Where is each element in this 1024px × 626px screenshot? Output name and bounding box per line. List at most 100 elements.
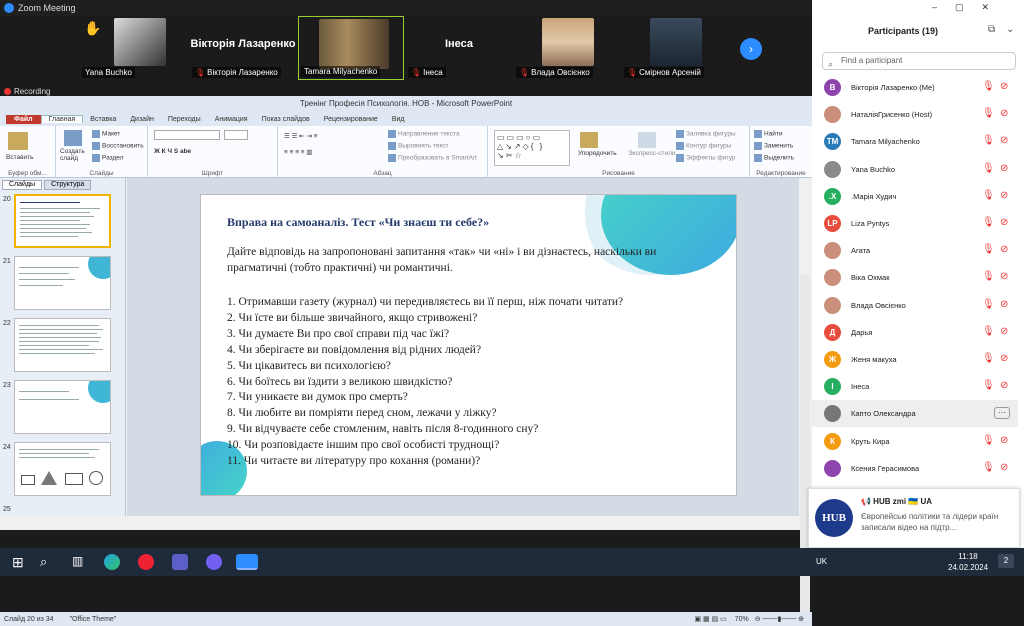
bullets-button[interactable]: ☰ ☰ ⇤ ⇥ ≡ [284,132,318,140]
notification-toast[interactable]: HUB zmi 📢 HUB zmi 🇺🇦 UA Європейські полі… [808,488,1020,562]
view-buttons[interactable]: ▣ ▦ ▤ ▭ [694,615,726,623]
participant-row[interactable]: К Круть Кира 🎙 ⊘ [812,428,1018,455]
tab-slides[interactable]: Слайды [2,180,43,190]
video-tile[interactable]: Інеса 🎙 Інеса [406,16,512,80]
zoom-app-icon[interactable] [236,554,258,570]
paste-button[interactable]: Вставить [6,154,34,161]
select-button[interactable]: Выделить [754,154,794,162]
participant-row[interactable]: В Вікторія Лазаренко (Me) 🎙 ⊘ [812,74,1018,101]
quick-styles-button[interactable]: Экспресс-стили [628,150,676,157]
slide-thumbnail[interactable] [14,380,111,434]
quick-styles-icon[interactable] [638,132,656,148]
new-slide-icon[interactable] [64,130,82,146]
align-buttons[interactable]: ≡ ≡ ≡ ≡ ▥ [284,148,313,156]
tab-home[interactable]: Главная [40,115,84,123]
participant-search-input[interactable]: ⌕ Find a participant [822,52,1016,70]
participant-row[interactable]: LP Liza Pyntys 🎙 ⊘ [812,210,1018,237]
find-button[interactable]: Найти [754,130,783,138]
muted-mic-icon[interactable]: 🎙 [982,353,995,364]
slide-thumbnail[interactable] [14,442,111,496]
video-tile-active[interactable]: Tamara Milyachenko [298,16,404,80]
muted-mic-icon[interactable]: 🎙 [982,435,995,446]
bold-button[interactable]: Ж К Ч S abe [154,148,191,155]
video-tile[interactable]: Вікторія Лазаренко 🎙 Вікторія Лазаренко [190,16,296,80]
new-slide-button[interactable]: Создать слайд [60,148,90,162]
tab-design[interactable]: Дизайн [123,116,161,123]
video-off-icon[interactable]: ⊘ [1000,217,1008,228]
muted-mic-icon[interactable]: 🎙 [982,380,995,391]
muted-mic-icon[interactable]: 🎙 [982,135,995,146]
teams-icon[interactable] [172,554,188,570]
participant-row[interactable]: Д Дарья 🎙 ⊘ [812,319,1018,346]
video-off-icon[interactable]: ⊘ [1000,135,1008,146]
participant-row[interactable]: Ж Женя макуха 🎙 ⊘ [812,346,1018,373]
language-indicator[interactable]: UK [816,557,827,566]
participant-row[interactable]: І Інеса 🎙 ⊘ [812,373,1018,400]
video-off-icon[interactable]: ⊘ [1000,81,1008,92]
tab-animation[interactable]: Анимация [208,116,255,123]
video-off-icon[interactable]: ⊘ [1000,435,1008,446]
task-view-icon[interactable]: ▥ [72,554,88,570]
edge-icon[interactable] [104,554,120,570]
notification-center-badge[interactable]: 2 [998,554,1014,568]
tab-transitions[interactable]: Переходы [161,116,208,123]
video-off-icon[interactable]: ⊘ [1000,244,1008,255]
tab-view[interactable]: Вид [385,116,412,123]
participant-row[interactable]: Агата 🎙 ⊘ [812,237,1018,264]
muted-mic-icon[interactable]: 🎙 [982,244,995,255]
muted-mic-icon[interactable]: 🎙 [982,81,995,92]
participant-row[interactable]: TM Tamara Milyachenko 🎙 ⊘ [812,128,1018,155]
current-slide[interactable]: Вправа на самоаналіз. Тест «Чи знаєш ти … [200,194,737,496]
arrange-icon[interactable] [580,132,598,148]
muted-mic-icon[interactable]: 🎙 [982,217,995,228]
video-off-icon[interactable]: ⊘ [1000,163,1008,174]
participant-row[interactable]: Віка Охмак 🎙 ⊘ [812,264,1018,291]
muted-mic-icon[interactable]: 🎙 [982,462,995,473]
participant-row[interactable]: Влада Овсієнко 🎙 ⊘ [812,292,1018,319]
participant-row[interactable]: Yana Buchko 🎙 ⊘ [812,156,1018,183]
replace-button[interactable]: Заменить [754,142,793,150]
shape-effects-button[interactable]: Эффекты фигур [676,154,736,162]
participant-row[interactable]: НаталіяГрисенко (Host) 🎙 ⊘ [812,101,1018,128]
muted-mic-icon[interactable]: 🎙 [982,299,995,310]
tab-file[interactable]: Файл [6,114,41,124]
window-controls[interactable]: –▢✕ [932,2,1007,13]
muted-mic-icon[interactable]: 🎙 [982,163,995,174]
font-name-select[interactable] [154,130,220,140]
muted-mic-icon[interactable]: 🎙 [982,271,995,282]
text-direction-button[interactable]: Направление текста [388,130,460,138]
muted-mic-icon[interactable]: 🎙 [982,108,995,119]
slide-thumbnail[interactable] [14,256,111,310]
video-off-icon[interactable]: ⊘ [1000,462,1008,473]
video-off-icon[interactable]: ⊘ [1000,353,1008,364]
shape-outline-button[interactable]: Контур фигуры [676,142,731,150]
video-off-icon[interactable]: ⊘ [1000,108,1008,119]
slide-thumbnail[interactable] [14,318,111,372]
layout-button[interactable]: Макет [92,130,120,138]
participant-row[interactable]: Ксения Герасимова 🎙 ⊘ [812,455,1018,482]
muted-mic-icon[interactable]: 🎙 [982,326,995,337]
video-off-icon[interactable]: ⊘ [1000,271,1008,282]
zoom-slider[interactable]: ⊖ ───▮─── ⊕ [755,615,804,623]
video-off-icon[interactable]: ⊘ [1000,190,1008,201]
video-off-icon[interactable]: ⊘ [1000,326,1008,337]
participant-row[interactable]: Капто Олександра ··· [812,400,1018,428]
participant-row[interactable]: .X .Марія Худич 🎙 ⊘ [812,183,1018,210]
tab-review[interactable]: Рецензирование [317,116,385,123]
next-page-button[interactable]: › [740,38,762,60]
align-text-button[interactable]: Выровнять текст [388,142,449,150]
tab-slideshow[interactable]: Показ слайдов [255,116,317,123]
video-tile[interactable]: 🎙 Смірнов Арсеній [622,16,728,80]
tab-insert[interactable]: Вставка [83,116,123,123]
windows-start-icon[interactable]: ⊞ [12,554,28,570]
system-clock[interactable]: 11:18 24.02.2024 [948,551,988,573]
popout-icon[interactable]: ⧉ [988,24,995,35]
video-tile[interactable]: 🎙 Влада Овсієнко [514,16,620,80]
font-size-select[interactable] [224,130,248,140]
video-off-icon[interactable]: ⊘ [1000,380,1008,391]
shape-fill-button[interactable]: Заливка фигуры [676,130,736,138]
muted-mic-icon[interactable]: 🎙 [982,190,995,201]
slide-thumbnail[interactable] [14,194,111,248]
search-icon[interactable]: ⌕ [40,554,56,570]
more-options-button[interactable]: ··· [994,407,1010,420]
